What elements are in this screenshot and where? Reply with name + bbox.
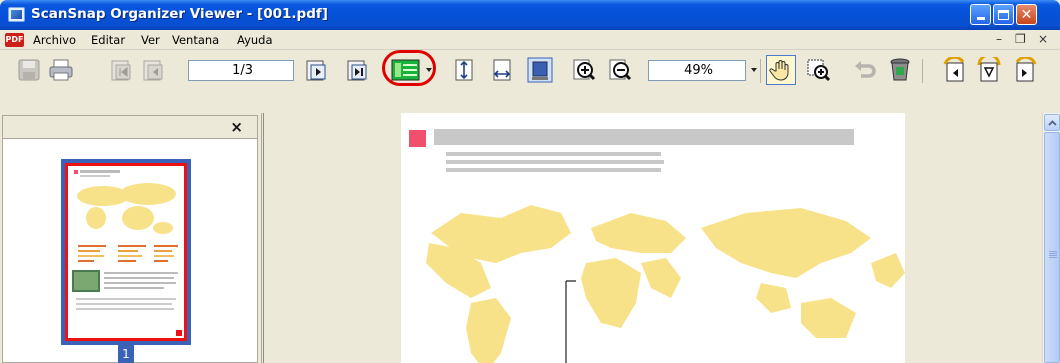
rotate-left-icon[interactable] xyxy=(941,57,967,83)
zoom-region-icon[interactable] xyxy=(805,57,831,83)
save-icon[interactable] xyxy=(16,57,42,83)
undo-icon[interactable] xyxy=(852,57,878,83)
close-panel-icon[interactable]: × xyxy=(230,118,243,136)
zoom-out-icon[interactable] xyxy=(607,57,633,83)
thumbnail-panel-header: × xyxy=(2,115,258,139)
close-button[interactable]: ✕ xyxy=(1016,4,1037,25)
rotate-right-icon[interactable] xyxy=(1013,57,1039,83)
toolbar-separator xyxy=(922,59,923,83)
scrollbar-thumb[interactable] xyxy=(1044,132,1060,363)
thumbnail-panel: × 1 xyxy=(0,113,262,363)
last-page-icon[interactable] xyxy=(344,57,370,83)
highlight-annotation-ring xyxy=(382,50,436,86)
thumbnail-list: 1 xyxy=(2,139,258,363)
vertical-scrollbar[interactable] xyxy=(1042,113,1060,363)
thumbnail-selected[interactable] xyxy=(61,159,191,345)
title-bar: ScanSnap Organizer Viewer - [001.pdf] ✕ xyxy=(0,0,1060,30)
previous-page-icon[interactable] xyxy=(140,57,166,83)
zoom-in-icon[interactable] xyxy=(571,57,597,83)
menu-editar[interactable]: Editar xyxy=(91,33,125,47)
maximize-button[interactable] xyxy=(993,4,1014,25)
document-canvas[interactable] xyxy=(268,113,1043,363)
maximize-icon xyxy=(998,9,1009,20)
toolbar-separator xyxy=(760,59,761,83)
mdi-close-button[interactable]: × xyxy=(1038,32,1048,46)
page-thumbnail xyxy=(65,163,187,341)
thumbnail-page-number[interactable]: 1 xyxy=(118,345,134,363)
menu-ver[interactable]: Ver xyxy=(141,33,160,47)
scroll-grip-icon xyxy=(1049,251,1057,259)
chevron-up-icon xyxy=(1047,119,1057,126)
minimize-icon xyxy=(976,17,985,20)
window-title: ScanSnap Organizer Viewer - [001.pdf] xyxy=(31,6,328,22)
hand-tool-icon[interactable] xyxy=(766,55,796,85)
first-page-icon[interactable] xyxy=(108,57,134,83)
document-viewer[interactable] xyxy=(263,113,1060,363)
full-page-icon[interactable] xyxy=(527,57,553,83)
toolbar: 1/3 49% xyxy=(0,50,1060,113)
close-icon: ✕ xyxy=(1020,6,1033,23)
pdf-document-icon[interactable]: PDF xyxy=(5,33,24,47)
trash-icon[interactable] xyxy=(887,57,913,83)
menu-bar: PDF Archivo Editar Ver Ventana Ayuda – ❐… xyxy=(0,30,1060,50)
zoom-level-field[interactable]: 49% xyxy=(648,60,746,81)
rotate-180-icon[interactable] xyxy=(976,57,1002,83)
scroll-up-button[interactable] xyxy=(1044,114,1060,131)
mdi-restore-button[interactable]: ❐ xyxy=(1015,32,1026,46)
menu-archivo[interactable]: Archivo xyxy=(33,33,76,47)
next-page-icon[interactable] xyxy=(303,57,329,83)
menu-ventana[interactable]: Ventana xyxy=(172,33,219,47)
document-page xyxy=(401,113,905,363)
print-icon[interactable] xyxy=(48,57,74,83)
mdi-minimize-button[interactable]: – xyxy=(996,32,1002,46)
app-icon xyxy=(8,7,25,22)
page-number-field[interactable]: 1/3 xyxy=(188,60,294,81)
minimize-button[interactable] xyxy=(970,4,991,25)
fit-height-icon[interactable] xyxy=(451,57,477,83)
fit-width-icon[interactable] xyxy=(489,57,515,83)
zoom-dropdown-arrow-icon[interactable] xyxy=(751,68,757,72)
menu-ayuda[interactable]: Ayuda xyxy=(237,33,273,47)
